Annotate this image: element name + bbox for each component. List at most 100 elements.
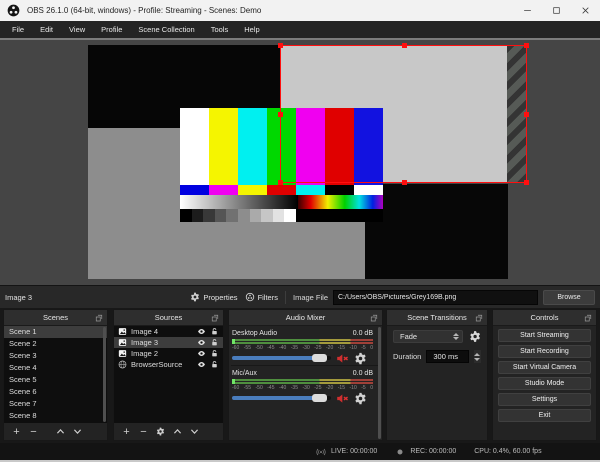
scenes-scrollbar[interactable]: [103, 327, 106, 422]
visibility-eye-icon[interactable]: [197, 338, 206, 347]
menu-edit[interactable]: Edit: [32, 21, 61, 38]
channel-gear-icon[interactable]: [354, 352, 367, 365]
mixer-separator: [231, 365, 380, 366]
settings-button[interactable]: Settings: [498, 393, 591, 406]
dock-popout-icon[interactable]: [95, 314, 103, 322]
scene-list-item[interactable]: Scene 3: [4, 350, 107, 362]
remove-source-button[interactable]: −: [137, 425, 150, 438]
source-name: BrowserSource: [131, 360, 183, 369]
lock-icon[interactable]: [210, 338, 219, 347]
source-list-item[interactable]: Image 4: [114, 326, 223, 337]
dock-popout-icon[interactable]: [584, 314, 592, 322]
selection-handle-bottom-left[interactable]: [278, 180, 283, 185]
db-tick-label: -50: [255, 345, 263, 351]
lock-icon[interactable]: [210, 360, 219, 369]
source-move-up-button[interactable]: [171, 425, 184, 438]
scene-list-item[interactable]: Scene 5: [4, 374, 107, 386]
source-list-item[interactable]: BrowserSource: [114, 359, 223, 370]
mixer-panel-header[interactable]: Audio Mixer: [229, 310, 382, 326]
db-tick-label: -60: [232, 345, 240, 351]
visibility-eye-icon[interactable]: [197, 327, 206, 336]
sources-title: Sources: [154, 313, 183, 322]
duration-spinbox[interactable]: 300 ms: [426, 350, 469, 363]
add-scene-button[interactable]: +: [10, 425, 23, 438]
controls-panel-header[interactable]: Controls: [493, 310, 596, 326]
maximize-button[interactable]: [542, 0, 571, 21]
dock-popout-icon[interactable]: [475, 314, 483, 322]
start-virtual-camera-button[interactable]: Start Virtual Camera: [498, 361, 591, 374]
db-scale: -60 -55 -50 -45 -40 -35 -30 -25 -20 -15 -10 -5 0: [232, 385, 373, 392]
dock-popout-icon[interactable]: [370, 314, 378, 322]
start-streaming-button[interactable]: Start Streaming: [498, 329, 591, 342]
volume-slider-handle[interactable]: [312, 354, 327, 362]
source-rect-black-bottom-right[interactable]: [365, 184, 508, 279]
source-name: Image 4: [131, 327, 159, 336]
exit-button[interactable]: Exit: [498, 409, 591, 422]
menu-file[interactable]: File: [4, 21, 32, 38]
browse-button[interactable]: Browse: [543, 289, 595, 305]
menu-view[interactable]: View: [61, 21, 93, 38]
filters-label: Filters: [257, 292, 278, 302]
image-file-input[interactable]: [333, 289, 538, 305]
scene-list-item[interactable]: Scene 1: [4, 326, 107, 338]
visibility-eye-icon[interactable]: [197, 360, 206, 369]
mixer-scrollbar[interactable]: [378, 327, 381, 439]
scene-list-item[interactable]: Scene 7: [4, 398, 107, 410]
selection-handle-top-right[interactable]: [524, 43, 529, 48]
mute-speaker-icon[interactable]: [336, 352, 349, 365]
volume-slider[interactable]: [232, 394, 331, 402]
selection-handle-bottom-center[interactable]: [401, 180, 407, 185]
scene-list-item[interactable]: Scene 2: [4, 338, 107, 350]
scene-list-item[interactable]: Scene 4: [4, 362, 107, 374]
filters-button[interactable]: Filters: [245, 292, 278, 302]
volume-slider[interactable]: [232, 354, 331, 362]
dock-popout-icon[interactable]: [211, 314, 219, 322]
chevron-down-icon: [190, 427, 199, 436]
menu-profile[interactable]: Profile: [93, 21, 130, 38]
source-list-item[interactable]: Image 3: [114, 337, 223, 348]
controls-panel: Controls Start Streaming Start Recording…: [492, 309, 597, 441]
scene-list-item[interactable]: Scene 8: [4, 410, 107, 422]
channel-gear-icon[interactable]: [354, 392, 367, 405]
gear-icon: [156, 427, 165, 436]
menu-help[interactable]: Help: [236, 21, 267, 38]
transition-dropdown[interactable]: Fade: [393, 330, 463, 343]
source-move-down-button[interactable]: [188, 425, 201, 438]
selection-handle-mid-right[interactable]: [524, 112, 529, 117]
image-source-icon: [118, 327, 127, 336]
menu-tools[interactable]: Tools: [203, 21, 237, 38]
transition-gear-icon[interactable]: [469, 330, 481, 343]
close-button[interactable]: [571, 0, 600, 21]
selection-handle-bottom-right[interactable]: [524, 180, 529, 185]
scene-list-item[interactable]: Scene 6: [4, 386, 107, 398]
properties-button[interactable]: Properties: [190, 292, 238, 302]
lock-icon[interactable]: [210, 349, 219, 358]
mute-speaker-icon[interactable]: [336, 392, 349, 405]
add-source-button[interactable]: +: [120, 425, 133, 438]
source-properties-button[interactable]: [154, 425, 167, 438]
visibility-eye-icon[interactable]: [197, 349, 206, 358]
scenes-panel: Scenes Scene 1 Scene 2 Scene 3 Scene 4 S…: [3, 309, 108, 441]
sources-panel-header[interactable]: Sources: [114, 310, 223, 326]
lock-icon[interactable]: [210, 327, 219, 336]
scene-move-up-button[interactable]: [54, 425, 67, 438]
duration-spinner-arrows[interactable]: [473, 350, 481, 363]
transitions-panel-header[interactable]: Scene Transitions: [387, 310, 487, 326]
maximize-icon: [552, 6, 561, 15]
selection-handle-top-left[interactable]: [278, 43, 283, 48]
preview-canvas[interactable]: [0, 38, 600, 285]
studio-mode-button[interactable]: Studio Mode: [498, 377, 591, 390]
volume-meter: [232, 339, 373, 344]
scene-move-down-button[interactable]: [71, 425, 84, 438]
source-selection-outline[interactable]: [278, 43, 529, 185]
volume-slider-handle[interactable]: [312, 394, 327, 402]
start-recording-button[interactable]: Start Recording: [498, 345, 591, 358]
source-list-item[interactable]: Image 2: [114, 348, 223, 359]
remove-scene-button[interactable]: −: [27, 425, 40, 438]
scenes-panel-header[interactable]: Scenes: [4, 310, 107, 326]
menu-scene-collection[interactable]: Scene Collection: [130, 21, 202, 38]
window-controls: [513, 0, 600, 21]
selection-handle-mid-left[interactable]: [278, 112, 283, 117]
minimize-button[interactable]: [513, 0, 542, 21]
selection-handle-top-center[interactable]: [401, 43, 407, 48]
